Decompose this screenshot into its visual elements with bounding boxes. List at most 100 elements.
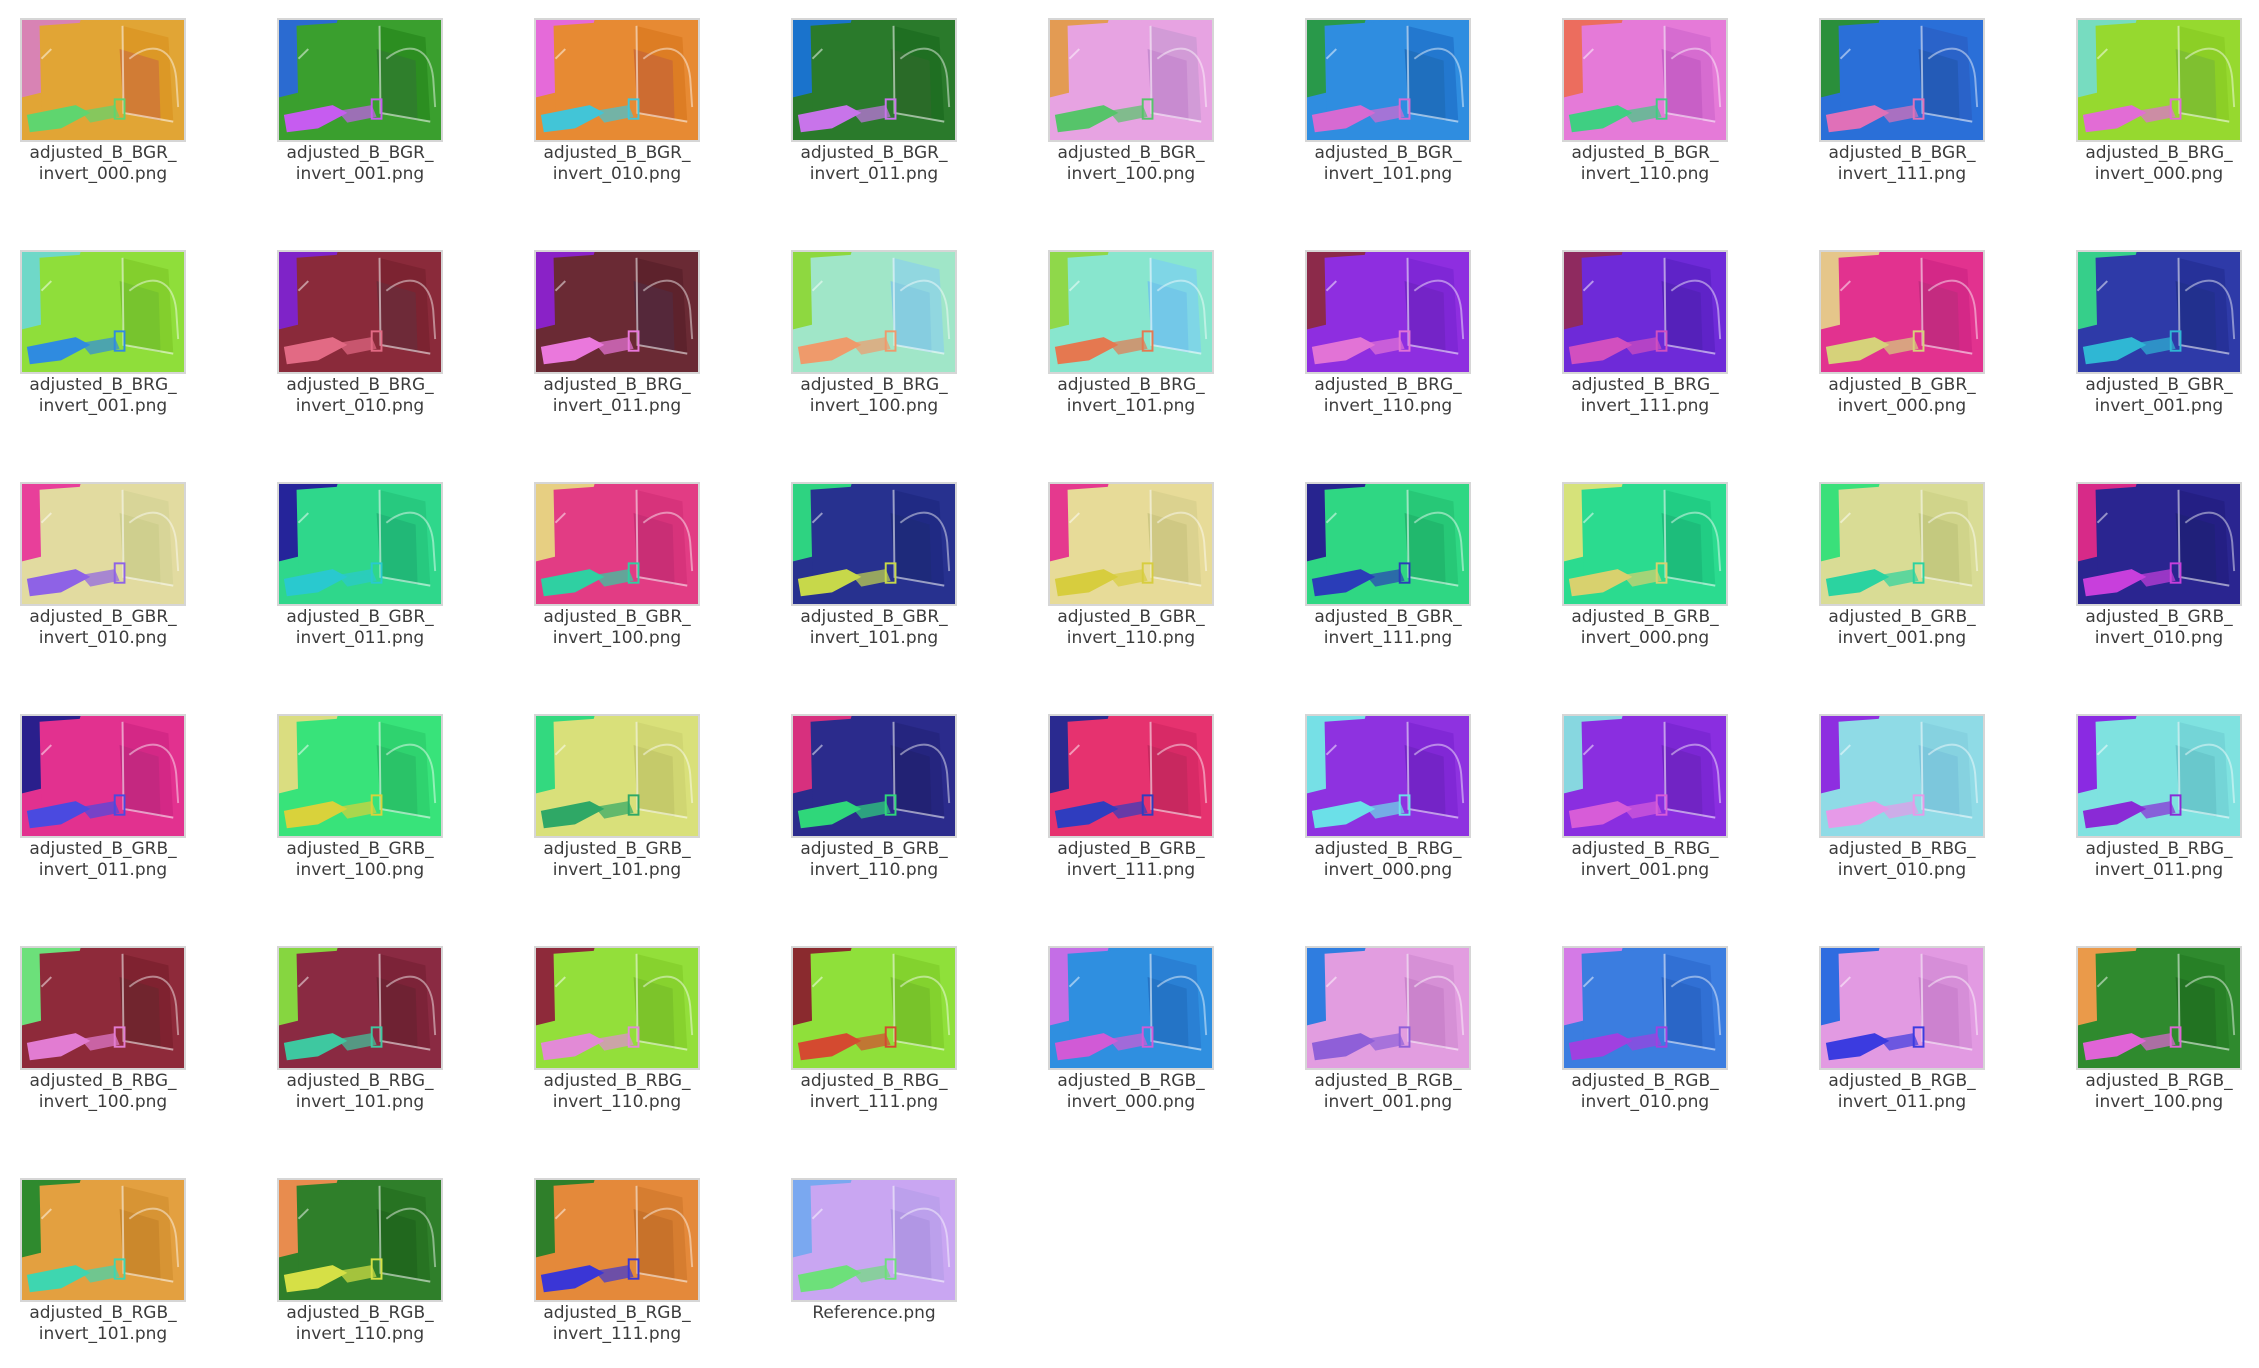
file-item[interactable]: adjusted_B_RBG_ invert_000.png [1255, 714, 1483, 904]
thumbnail [2076, 946, 2242, 1070]
file-item[interactable]: adjusted_B_BRG_ invert_111.png [1512, 250, 1740, 440]
file-name-label: adjusted_B_BGR_ invert_100.png [1057, 143, 1205, 184]
file-item[interactable]: adjusted_B_BRG_ invert_011.png [484, 250, 712, 440]
file-item[interactable]: adjusted_B_GBR_ invert_010.png [0, 482, 198, 672]
file-item[interactable]: adjusted_B_RGB_ invert_000.png [998, 946, 1226, 1136]
thumbnail [791, 714, 957, 838]
file-item[interactable]: adjusted_B_BRG_ invert_001.png [0, 250, 198, 440]
file-item[interactable]: adjusted_B_BGR_ invert_110.png [1512, 18, 1740, 208]
thumbnail [277, 250, 443, 374]
thumbnail [1562, 250, 1728, 374]
file-item[interactable]: adjusted_B_RBG_ invert_001.png [1512, 714, 1740, 904]
file-name-label: adjusted_B_RBG_ invert_111.png [800, 1071, 948, 1112]
file-item[interactable]: adjusted_B_GBR_ invert_111.png [1255, 482, 1483, 672]
thumbnail [277, 18, 443, 142]
file-item[interactable]: adjusted_B_GRB_ invert_000.png [1512, 482, 1740, 672]
thumbnail [1562, 714, 1728, 838]
file-item[interactable]: adjusted_B_GRB_ invert_101.png [484, 714, 712, 904]
file-item[interactable]: adjusted_B_BGR_ invert_011.png [741, 18, 969, 208]
file-name-label: adjusted_B_BRG_ invert_101.png [1057, 375, 1205, 416]
file-item[interactable]: adjusted_B_BRG_ invert_110.png [1255, 250, 1483, 440]
file-name-label: adjusted_B_BRG_ invert_011.png [543, 375, 691, 416]
file-item[interactable]: adjusted_B_BGR_ invert_101.png [1255, 18, 1483, 208]
file-icon-grid: adjusted_B_BGR_ invert_000.png adjusted_B… [0, 0, 2259, 1362]
thumbnail [277, 1178, 443, 1302]
file-name-label: adjusted_B_RGB_ invert_011.png [1828, 1071, 1976, 1112]
file-item[interactable]: adjusted_B_GRB_ invert_110.png [741, 714, 969, 904]
file-name-label: adjusted_B_GRB_ invert_100.png [286, 839, 434, 880]
file-name-label: adjusted_B_RGB_ invert_000.png [1057, 1071, 1205, 1112]
file-item[interactable]: adjusted_B_RBG_ invert_111.png [741, 946, 969, 1136]
file-item[interactable]: adjusted_B_GBR_ invert_001.png [2026, 250, 2254, 440]
file-item[interactable]: Reference.png [741, 1178, 969, 1368]
file-name-label: adjusted_B_GRB_ invert_101.png [543, 839, 691, 880]
file-item[interactable]: adjusted_B_GRB_ invert_100.png [227, 714, 455, 904]
file-item[interactable]: adjusted_B_RGB_ invert_101.png [0, 1178, 198, 1368]
file-item[interactable]: adjusted_B_GBR_ invert_011.png [227, 482, 455, 672]
file-name-label: adjusted_B_RGB_ invert_100.png [2085, 1071, 2233, 1112]
thumbnail [1819, 482, 1985, 606]
file-name-label: adjusted_B_GRB_ invert_001.png [1828, 607, 1976, 648]
thumbnail [1562, 18, 1728, 142]
thumbnail [534, 714, 700, 838]
file-item[interactable]: adjusted_B_GRB_ invert_001.png [1769, 482, 1997, 672]
file-name-label: adjusted_B_GBR_ invert_111.png [1314, 607, 1462, 648]
thumbnail [20, 482, 186, 606]
file-item[interactable]: adjusted_B_BRG_ invert_000.png [2026, 18, 2254, 208]
thumbnail [791, 946, 957, 1070]
file-item[interactable]: adjusted_B_BRG_ invert_010.png [227, 250, 455, 440]
file-name-label: adjusted_B_GBR_ invert_000.png [1828, 375, 1976, 416]
file-item[interactable]: adjusted_B_GRB_ invert_010.png [2026, 482, 2254, 672]
file-item[interactable]: adjusted_B_RBG_ invert_011.png [2026, 714, 2254, 904]
file-name-label: adjusted_B_BRG_ invert_010.png [286, 375, 434, 416]
file-item[interactable]: adjusted_B_GRB_ invert_011.png [0, 714, 198, 904]
file-item[interactable]: adjusted_B_BGR_ invert_000.png [0, 18, 198, 208]
file-name-label: adjusted_B_GBR_ invert_001.png [2085, 375, 2233, 416]
file-item[interactable]: adjusted_B_BGR_ invert_111.png [1769, 18, 1997, 208]
file-item[interactable]: adjusted_B_RBG_ invert_110.png [484, 946, 712, 1136]
thumbnail [791, 250, 957, 374]
file-item[interactable]: adjusted_B_RBG_ invert_101.png [227, 946, 455, 1136]
thumbnail [20, 18, 186, 142]
file-item[interactable]: adjusted_B_GBR_ invert_101.png [741, 482, 969, 672]
thumbnail [277, 482, 443, 606]
file-item[interactable]: adjusted_B_RGB_ invert_010.png [1512, 946, 1740, 1136]
thumbnail [1305, 946, 1471, 1070]
file-item[interactable]: adjusted_B_GBR_ invert_100.png [484, 482, 712, 672]
thumbnail [1048, 946, 1214, 1070]
file-item[interactable]: adjusted_B_RGB_ invert_011.png [1769, 946, 1997, 1136]
file-item[interactable]: adjusted_B_BRG_ invert_101.png [998, 250, 1226, 440]
file-name-label: adjusted_B_GRB_ invert_000.png [1571, 607, 1719, 648]
thumbnail [2076, 18, 2242, 142]
file-item[interactable]: adjusted_B_RBG_ invert_010.png [1769, 714, 1997, 904]
file-item[interactable]: adjusted_B_GBR_ invert_000.png [1769, 250, 1997, 440]
file-item[interactable]: adjusted_B_RGB_ invert_100.png [2026, 946, 2254, 1136]
file-item[interactable]: adjusted_B_GBR_ invert_110.png [998, 482, 1226, 672]
file-name-label: adjusted_B_BGR_ invert_111.png [1828, 143, 1976, 184]
thumbnail [791, 1178, 957, 1302]
file-name-label: adjusted_B_RBG_ invert_110.png [543, 1071, 691, 1112]
file-name-label: adjusted_B_RBG_ invert_010.png [1828, 839, 1976, 880]
file-name-label: adjusted_B_BGR_ invert_010.png [543, 143, 691, 184]
thumbnail [2076, 482, 2242, 606]
file-item[interactable]: adjusted_B_RGB_ invert_110.png [227, 1178, 455, 1368]
file-item[interactable]: adjusted_B_BRG_ invert_100.png [741, 250, 969, 440]
file-name-label: adjusted_B_BRG_ invert_111.png [1571, 375, 1719, 416]
file-item[interactable]: adjusted_B_RGB_ invert_111.png [484, 1178, 712, 1368]
thumbnail [1048, 250, 1214, 374]
file-name-label: adjusted_B_BGR_ invert_110.png [1571, 143, 1719, 184]
thumbnail [20, 714, 186, 838]
file-item[interactable]: adjusted_B_RGB_ invert_001.png [1255, 946, 1483, 1136]
file-item[interactable]: adjusted_B_BGR_ invert_001.png [227, 18, 455, 208]
thumbnail [1819, 250, 1985, 374]
thumbnail [1562, 482, 1728, 606]
file-item[interactable]: adjusted_B_BGR_ invert_100.png [998, 18, 1226, 208]
file-item[interactable]: adjusted_B_RBG_ invert_100.png [0, 946, 198, 1136]
file-name-label: adjusted_B_BRG_ invert_000.png [2085, 143, 2233, 184]
thumbnail [1048, 714, 1214, 838]
thumbnail [1048, 482, 1214, 606]
file-item[interactable]: adjusted_B_BGR_ invert_010.png [484, 18, 712, 208]
thumbnail [20, 250, 186, 374]
thumbnail [534, 482, 700, 606]
file-item[interactable]: adjusted_B_GRB_ invert_111.png [998, 714, 1226, 904]
